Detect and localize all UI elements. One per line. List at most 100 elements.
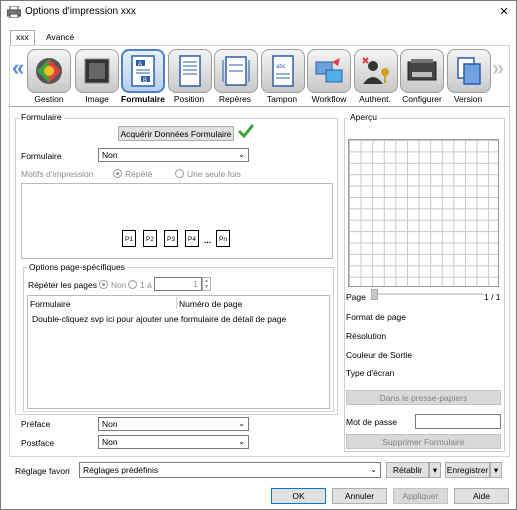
checkmark-icon bbox=[238, 124, 254, 138]
iconbar-item-formulaire[interactable]: A B bbox=[121, 49, 165, 93]
tab-xxx[interactable]: xxx bbox=[10, 30, 35, 46]
iconbar-next-arrow[interactable]: » bbox=[492, 55, 504, 81]
favorite-select[interactable]: Réglages prédéfinis ⌄ bbox=[79, 462, 381, 478]
apercu-group-title: Aperçu bbox=[348, 112, 379, 122]
iconbar-prev-arrow[interactable]: « bbox=[12, 55, 24, 81]
radio-repeat-range[interactable] bbox=[128, 280, 137, 289]
workflow-icon bbox=[315, 58, 343, 83]
iconbar-item-reperes[interactable] bbox=[214, 49, 258, 93]
postface-select[interactable]: Non ⌄ bbox=[98, 435, 249, 449]
page-file-pn: Pn bbox=[216, 230, 230, 247]
version-icon bbox=[457, 57, 481, 85]
iconbar-item-position[interactable] bbox=[168, 49, 212, 93]
apply-button[interactable]: Appliquer bbox=[393, 488, 448, 504]
couleur-label: Couleur de Sortie bbox=[346, 350, 413, 360]
iconbar-item-tampon[interactable]: abc bbox=[261, 49, 305, 93]
page-form-table[interactable] bbox=[27, 295, 330, 409]
table-hint-text: Double-cliquez svp ici pour ajouter une … bbox=[32, 314, 287, 324]
caret-down-icon: ▾ bbox=[432, 465, 438, 475]
motifs-label: Motifs d'impression bbox=[21, 169, 94, 179]
reset-menu-button[interactable]: ▾ bbox=[429, 462, 441, 478]
radio-repete[interactable] bbox=[113, 169, 122, 178]
form-select[interactable]: Non ⌄ bbox=[98, 148, 249, 162]
radio-une-seule-fois[interactable] bbox=[175, 169, 184, 178]
table-header-divider bbox=[176, 297, 177, 309]
preface-label: Préface bbox=[21, 419, 51, 429]
iconbar-item-gestion[interactable] bbox=[27, 49, 71, 93]
repeat-range-input[interactable]: 1 bbox=[154, 277, 202, 291]
resolution-label: Résolution bbox=[346, 331, 387, 341]
page-file-p4: P4 bbox=[185, 230, 199, 247]
save-menu-button[interactable]: ▾ bbox=[490, 462, 502, 478]
iconbar-item-configurer[interactable] bbox=[400, 49, 444, 93]
clipboard-button[interactable]: Dans le presse-papiers bbox=[346, 390, 501, 405]
tampon-icon: abc bbox=[272, 55, 294, 87]
radio-repeat-non[interactable] bbox=[99, 280, 108, 289]
form-select-value: Non bbox=[102, 150, 118, 160]
password-field[interactable] bbox=[415, 414, 501, 429]
chevron-down-icon: ⌄ bbox=[370, 465, 377, 474]
configurer-icon bbox=[407, 59, 437, 81]
tab-avance[interactable]: Avancé bbox=[41, 31, 79, 45]
iconbar-item-authent[interactable] bbox=[354, 49, 398, 93]
caret-down-icon: ▾ bbox=[493, 465, 499, 475]
printer-icon bbox=[7, 6, 21, 18]
postface-select-value: Non bbox=[102, 437, 118, 447]
help-button[interactable]: Aide bbox=[454, 488, 509, 504]
page-options-group-title: Options page-spécifiques bbox=[27, 262, 127, 272]
svg-text:abc: abc bbox=[276, 64, 286, 70]
page-ellipsis: ... bbox=[204, 235, 212, 245]
ecran-label: Type d'écran bbox=[346, 368, 395, 378]
repeat-pages-label: Répéter les pages bbox=[28, 280, 97, 290]
iconbar-item-version[interactable] bbox=[447, 49, 491, 93]
close-button[interactable]: × bbox=[495, 3, 513, 21]
radio-une-seule-fois-label: Une seule fois bbox=[187, 169, 241, 179]
title-bar: Options d'impression xxx × bbox=[1, 1, 516, 23]
iconbar-separator bbox=[9, 106, 510, 107]
page-file-p2: P2 bbox=[143, 230, 157, 247]
favorite-select-value: Réglages prédéfinis bbox=[83, 465, 159, 475]
radio-repete-label: Répété bbox=[125, 169, 153, 179]
iconbar-item-image[interactable] bbox=[75, 49, 119, 93]
reset-button[interactable]: Rétablir bbox=[386, 462, 429, 478]
table-header-formulaire: Formulaire bbox=[30, 299, 71, 309]
formulaire-icon: A B bbox=[131, 55, 155, 87]
page-slider-thumb[interactable] bbox=[371, 289, 378, 300]
format-label: Format de page bbox=[346, 312, 407, 322]
form-label: Formulaire bbox=[21, 151, 62, 161]
svg-text:A: A bbox=[138, 62, 142, 68]
iconbar-label-version: Version bbox=[453, 94, 483, 104]
delete-form-button[interactable]: Supprimer Formulaire bbox=[346, 434, 501, 449]
page-slider-track bbox=[371, 293, 483, 295]
print-options-dialog: Options d'impression xxx × xxx Avancé « … bbox=[0, 0, 517, 510]
motif-preview-area bbox=[21, 183, 333, 259]
gestion-icon bbox=[36, 58, 62, 84]
postface-label: Postface bbox=[21, 438, 55, 448]
password-label: Mot de passe bbox=[346, 417, 398, 427]
favorite-label: Réglage favori bbox=[15, 466, 70, 476]
chevron-down-icon: ⌄ bbox=[238, 437, 245, 446]
page-file-p1: P1 bbox=[122, 230, 136, 247]
ok-button[interactable]: OK bbox=[271, 488, 326, 504]
authent-icon bbox=[362, 57, 389, 84]
preface-select-value: Non bbox=[102, 419, 118, 429]
cancel-button[interactable]: Annuler bbox=[332, 488, 387, 504]
svg-text:B: B bbox=[143, 78, 147, 84]
page-counter: 1 / 1 bbox=[484, 292, 501, 302]
radio-repeat-non-label: Non bbox=[111, 280, 127, 290]
iconbar-item-workflow[interactable] bbox=[307, 49, 351, 93]
save-favorite-button[interactable]: Enregistrer bbox=[445, 462, 490, 478]
page-label: Page bbox=[346, 292, 366, 302]
range-spinner[interactable]: ▲ ▼ bbox=[202, 277, 211, 291]
position-icon bbox=[179, 55, 201, 87]
page-file-p3: P3 bbox=[164, 230, 178, 247]
preface-select[interactable]: Non ⌄ bbox=[98, 417, 249, 431]
reperes-icon bbox=[222, 56, 250, 86]
image-icon bbox=[84, 58, 110, 84]
formulaire-group-title: Formulaire bbox=[19, 112, 64, 122]
chevron-down-icon: ⌄ bbox=[238, 419, 245, 428]
chevron-down-icon: ⌄ bbox=[238, 150, 245, 159]
window-title: Options d'impression xxx bbox=[25, 6, 136, 17]
acquire-form-data-button[interactable]: Acquérir Données Formulaire bbox=[118, 126, 234, 141]
table-header-page-number: Numéro de page bbox=[179, 299, 243, 309]
